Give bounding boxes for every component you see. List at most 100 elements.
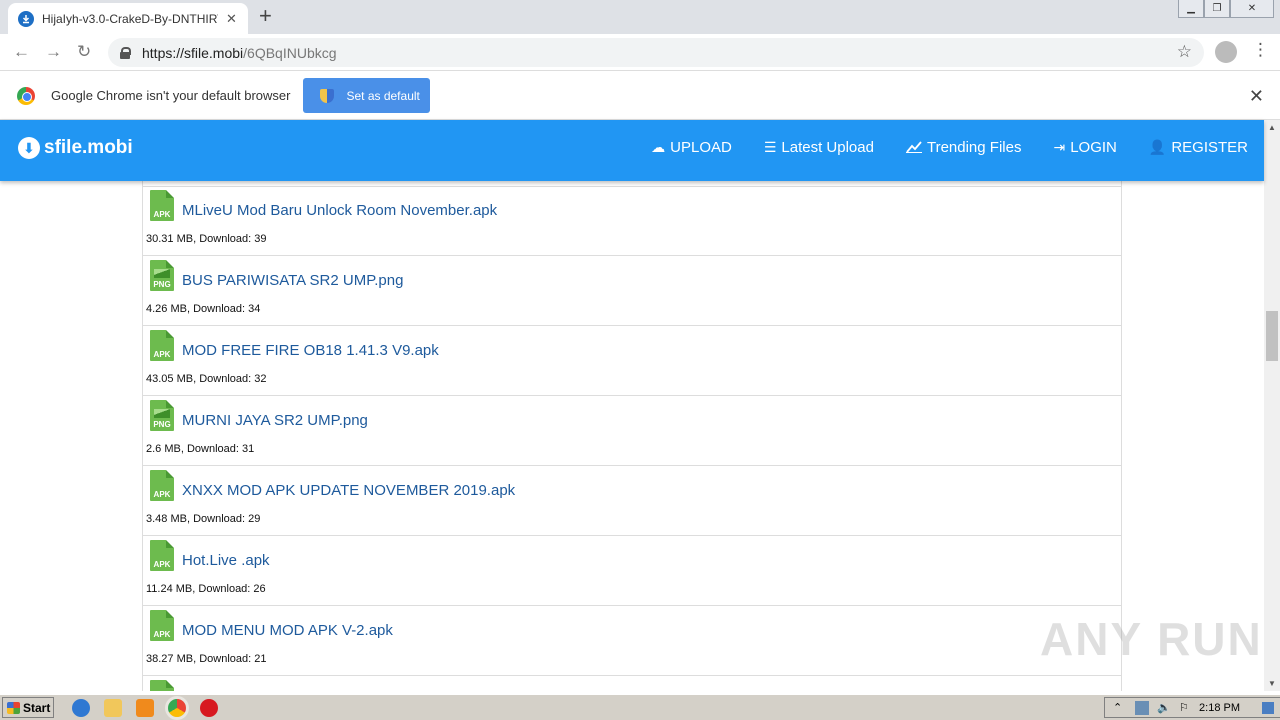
apk-file-icon: APK [150,610,174,641]
address-bar[interactable]: https://sfile.mobi/6QBqINUbkcg ☆ [108,38,1204,67]
network-icon[interactable] [1135,700,1149,715]
file-meta: 38.27 MB, Download: 21 [146,653,267,665]
site-logo[interactable]: ⬇ sfile.mobi [18,137,133,159]
lock-icon [120,46,131,59]
uac-shield-icon [320,88,335,103]
apk-file-icon: APK [150,330,174,361]
file-link[interactable]: BUS PARIWISATA SR2 UMP.png [182,272,403,289]
infobar-message: Google Chrome isn't your default browser [51,88,291,103]
bookmark-star-icon[interactable]: ☆ [1177,42,1192,62]
window-controls: ▁ ❐ ✕ [1178,0,1274,18]
show-desktop-icon[interactable] [1262,701,1274,714]
file-meta: 2.6 MB, Download: 31 [146,443,255,455]
chrome-taskbar-icon[interactable] [168,698,186,717]
file-row: PNG BUS PARIWISATA SR2 UMP.png 4.26 MB, … [143,256,1121,326]
nav-register-label: REGISTER [1171,139,1248,156]
restore-button[interactable]: ❐ [1204,0,1230,18]
internet-explorer-icon[interactable] [72,698,90,717]
download-logo-icon: ⬇ [18,137,40,159]
apk-file-icon [150,680,174,691]
anyrun-watermark: ANY RUN [1040,613,1263,665]
close-window-button[interactable]: ✕ [1230,0,1274,18]
browser-tab[interactable]: HijaIyh-v3.0-CrakeD-By-DNTHIRTEEN ✕ [8,3,248,34]
tab-close-icon[interactable]: ✕ [226,11,237,27]
start-button[interactable]: Start [2,697,54,718]
url-host: https://sfile.mobi [142,44,244,61]
chrome-menu-icon[interactable]: ⋮ [1252,40,1269,60]
taskbar-clock[interactable]: 2:18 PM [1199,702,1240,714]
file-meta: 43.05 MB, Download: 32 [146,373,267,385]
scroll-down-arrow-icon[interactable]: ▼ [1268,679,1276,688]
chrome-logo-icon [17,86,35,105]
scroll-up-arrow-icon[interactable]: ▲ [1268,123,1276,132]
apk-file-icon: APK [150,540,174,571]
sfile-favicon-icon [18,10,34,27]
png-file-icon: PNG [150,260,174,291]
file-meta: 11.24 MB, Download: 26 [146,583,266,595]
forward-arrow-icon[interactable]: → [45,42,62,62]
chart-line-icon [905,140,922,156]
action-center-flag-icon[interactable]: ⚐ [1179,701,1193,715]
file-link[interactable]: MURNI JAYA SR2 UMP.png [182,412,368,429]
site-header: ⬇ sfile.mobi ☁ UPLOAD ☰ Latest Upload Tr… [0,120,1264,181]
back-arrow-icon[interactable]: ← [13,42,30,62]
apk-file-icon: APK [150,470,174,501]
tab-title: HijaIyh-v3.0-CrakeD-By-DNTHIRTEEN [42,11,218,26]
nav-register[interactable]: 👤 REGISTER [1149,139,1248,156]
user-plus-icon: 👤 [1148,139,1167,155]
file-row: APK XNXX MOD APK UPDATE NOVEMBER 2019.ap… [143,466,1121,536]
file-row: APK Hot.Live .apk 11.24 MB, Download: 26 [143,536,1121,606]
reload-icon[interactable]: ↻ [77,42,91,62]
file-explorer-icon[interactable] [104,698,122,717]
nav-trending-files[interactable]: Trending Files [905,139,1022,156]
file-link[interactable]: Hot.Live .apk [182,552,270,569]
page-scrollbar[interactable]: ▲ ▼ [1264,120,1280,691]
infobar-close-icon[interactable]: ✕ [1249,86,1264,107]
new-tab-button[interactable]: + [259,5,272,27]
nav-login-label: LOGIN [1070,139,1117,156]
apk-file-icon: APK [150,190,174,221]
tray-expand-icon[interactable]: ⌃ [1113,701,1127,715]
file-row: APK MOD MENU MOD APK V-2.apk 38.27 MB, D… [143,606,1121,676]
list-icon: ☰ [763,139,777,155]
file-meta: 4.26 MB, Download: 34 [146,303,261,315]
profile-avatar-icon[interactable] [1215,41,1237,63]
file-meta: 3.48 MB, Download: 29 [146,513,261,525]
volume-icon[interactable]: 🔈 [1157,701,1171,715]
png-file-icon: PNG [150,400,174,431]
file-link[interactable]: MOD MENU MOD APK V-2.apk [182,622,393,639]
file-row: APK MOD FREE FIRE OB18 1.41.3 V9.apk 43.… [143,326,1121,396]
start-label: Start [23,700,51,715]
file-row [143,676,1121,691]
site-nav: ☁ UPLOAD ☰ Latest Upload Trending Files … [619,139,1248,156]
media-player-icon[interactable] [136,698,154,717]
sign-in-icon: ⇥ [1053,139,1066,155]
file-link[interactable]: MOD FREE FIRE OB18 1.41.3 V9.apk [182,342,439,359]
cloud-upload-icon: ☁ [651,139,666,155]
set-as-default-label: Set as default [346,88,420,103]
nav-login[interactable]: ⇥ LOGIN [1053,139,1116,156]
nav-latest-upload[interactable]: ☰ Latest Upload [764,139,874,156]
windows-taskbar: Start ⌃ 🔈 ⚐ 2:18 PM [0,694,1280,720]
windows-logo-icon [7,701,20,714]
file-link[interactable]: MLiveU Mod Baru Unlock Room November.apk [182,202,497,219]
file-link[interactable]: XNXX MOD APK UPDATE NOVEMBER 2019.apk [182,482,515,499]
default-browser-infobar: Google Chrome isn't your default browser… [0,72,1280,120]
scrollbar-thumb[interactable] [1266,311,1278,361]
file-row: PNG MURNI JAYA SR2 UMP.png 2.6 MB, Downl… [143,396,1121,466]
nav-latest-upload-label: Latest Upload [781,139,874,156]
minimize-button[interactable]: ▁ [1178,0,1204,18]
nav-upload[interactable]: ☁ UPLOAD [651,139,732,156]
tab-strip: HijaIyh-v3.0-CrakeD-By-DNTHIRTEEN ✕ + ▁ … [0,0,1280,34]
url-path: /6QBqINUbkcg [243,44,337,61]
file-meta: 30.31 MB, Download: 39 [146,233,267,245]
file-row: APK MLiveU Mod Baru Unlock Room November… [143,186,1121,256]
nav-upload-label: UPLOAD [670,139,732,156]
file-list: APK MLiveU Mod Baru Unlock Room November… [142,186,1122,691]
nav-trending-files-label: Trending Files [926,139,1022,156]
logo-text: sfile.mobi [44,137,133,158]
set-as-default-button[interactable]: Set as default [303,78,431,113]
system-tray: ⌃ 🔈 ⚐ 2:18 PM [1104,697,1280,718]
warning-app-icon[interactable] [200,698,218,717]
browser-toolbar: ← → ↻ https://sfile.mobi/6QBqINUbkcg ☆ [0,34,1280,71]
